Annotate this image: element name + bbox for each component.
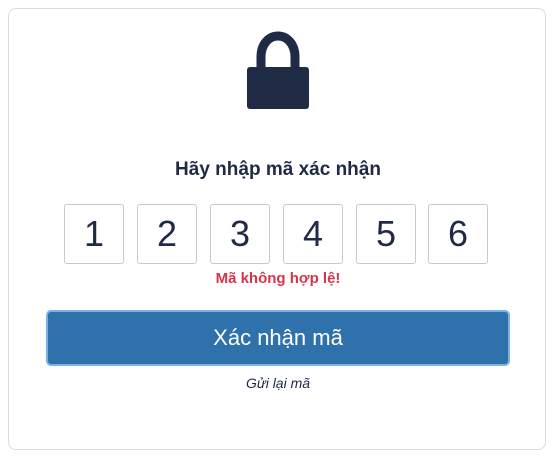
- code-input-group: 1 2 3 4 5 6: [64, 204, 494, 266]
- page-title: Hãy nhập mã xác nhận: [175, 159, 381, 180]
- code-digit-4[interactable]: 4: [283, 204, 343, 264]
- error-message: Mã không hợp lệ!: [215, 270, 341, 287]
- verify-code-button[interactable]: Xác nhận mã: [46, 310, 510, 366]
- code-digit-6[interactable]: 6: [428, 204, 488, 264]
- lock-icon: [247, 31, 309, 109]
- code-digit-3[interactable]: 3: [210, 204, 270, 264]
- code-digit-5[interactable]: 5: [356, 204, 416, 264]
- resend-code-link[interactable]: Gửi lại mã: [9, 375, 547, 391]
- code-digit-2[interactable]: 2: [137, 204, 197, 264]
- code-digit-1[interactable]: 1: [64, 204, 124, 264]
- verification-card: Hãy nhập mã xác nhận 1 2 3 4 5 6 Mã khôn…: [8, 8, 546, 450]
